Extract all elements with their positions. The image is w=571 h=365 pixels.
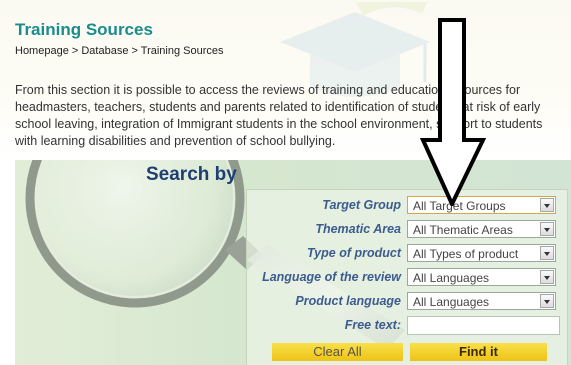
field-row-target-group: Target Group All Target Groups bbox=[247, 196, 567, 216]
review-language-select[interactable]: All Languages bbox=[407, 268, 556, 286]
product-language-value: All Languages bbox=[413, 295, 490, 309]
product-language-label: Product language bbox=[295, 294, 401, 308]
type-of-product-select[interactable]: All Types of product bbox=[407, 244, 556, 262]
field-row-review-language: Language of the review All Languages bbox=[247, 268, 567, 288]
review-language-value: All Languages bbox=[413, 271, 490, 285]
thematic-area-value: All Thematic Areas bbox=[413, 223, 513, 237]
search-panel: Search by Target Group All Target Groups… bbox=[15, 160, 571, 365]
field-row-thematic-area: Thematic Area All Thematic Areas bbox=[247, 220, 567, 240]
field-row-type-of-product: Type of product All Types of product bbox=[247, 244, 567, 264]
field-row-product-language: Product language All Languages bbox=[247, 292, 567, 312]
thematic-area-label: Thematic Area bbox=[315, 222, 401, 236]
chevron-down-icon[interactable] bbox=[540, 222, 554, 236]
free-text-input[interactable] bbox=[407, 316, 560, 335]
product-language-select[interactable]: All Languages bbox=[407, 292, 556, 310]
search-form: Target Group All Target Groups Thematic … bbox=[246, 189, 568, 365]
page-title: Training Sources bbox=[15, 20, 153, 39]
breadcrumb: Homepage > Database > Training Sources bbox=[15, 45, 224, 57]
type-of-product-label: Type of product bbox=[307, 246, 401, 260]
find-it-button[interactable]: Find it bbox=[410, 343, 547, 361]
chevron-down-icon[interactable] bbox=[540, 246, 554, 260]
field-row-free-text: Free text: bbox=[247, 316, 567, 336]
free-text-label: Free text: bbox=[344, 318, 401, 332]
search-heading: Search by bbox=[146, 164, 237, 185]
chevron-down-icon[interactable] bbox=[540, 198, 554, 212]
review-language-label: Language of the review bbox=[262, 270, 401, 284]
type-of-product-value: All Types of product bbox=[413, 247, 519, 261]
down-arrow-annotation bbox=[420, 18, 486, 206]
clear-all-button[interactable]: Clear All bbox=[272, 343, 403, 361]
chevron-down-icon[interactable] bbox=[540, 294, 554, 308]
thematic-area-select[interactable]: All Thematic Areas bbox=[407, 220, 556, 238]
chevron-down-icon[interactable] bbox=[540, 270, 554, 284]
target-group-label: Target Group bbox=[322, 198, 401, 212]
